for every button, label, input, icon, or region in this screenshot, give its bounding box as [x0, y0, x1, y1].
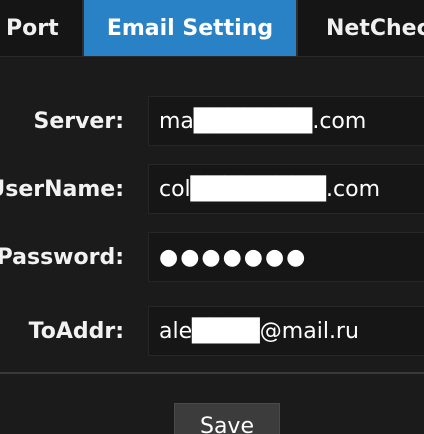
username-label: UserName: — [0, 176, 124, 202]
server-row: Server: ma███████.com — [0, 96, 424, 146]
toaddr-input[interactable]: ale████@mail.ru — [148, 306, 424, 356]
toaddr-label: ToAddr: — [28, 318, 124, 344]
save-button[interactable]: Save — [174, 403, 280, 434]
server-input[interactable]: ma███████.com — [148, 96, 424, 146]
section-divider — [0, 372, 424, 374]
toaddr-row: ToAddr: ale████@mail.ru — [0, 306, 424, 356]
server-label: Server: — [33, 108, 124, 134]
password-label: Password: — [0, 244, 124, 270]
username-row: UserName: col████████.com — [0, 164, 424, 214]
email-settings-window: Port Email Setting NetChec Server: ma███… — [0, 0, 424, 434]
tab-email-setting[interactable]: Email Setting — [84, 0, 296, 56]
password-row: Password: ●●●●●●● — [0, 232, 424, 282]
username-input[interactable]: col████████.com — [148, 164, 424, 214]
password-input[interactable]: ●●●●●●● — [148, 232, 424, 282]
tab-bar: Port Email Setting NetChec — [0, 0, 424, 57]
tab-port[interactable]: Port — [0, 0, 82, 56]
tab-netcheck[interactable]: NetChec — [298, 0, 424, 56]
